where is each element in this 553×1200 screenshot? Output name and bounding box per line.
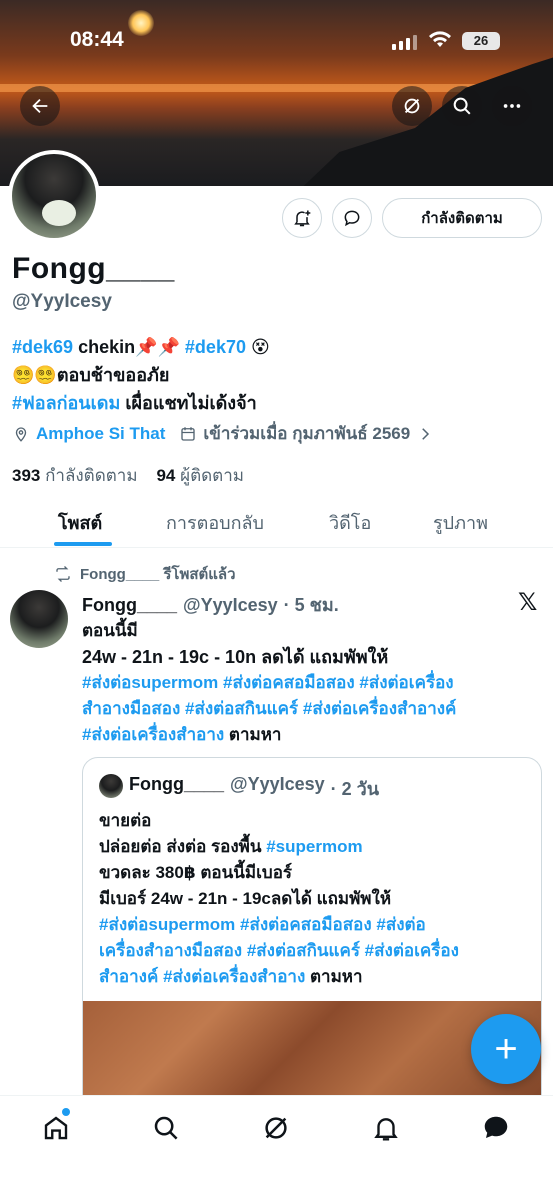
quote-line: ปล่อยต่อ ส่งต่อ รองพื้น: [99, 837, 267, 856]
quote-author-handle: @YyyIcesy: [230, 774, 325, 794]
home-icon: [44, 1116, 68, 1140]
bell-plus-icon: [294, 210, 311, 227]
grok-icon: [404, 98, 420, 114]
followers-count-link[interactable]: 94 ผู้ติดตาม: [156, 466, 244, 485]
location-pin-icon: [15, 426, 27, 442]
more-icon: [503, 104, 521, 108]
post-hashtags[interactable]: #ส่งต่อเครื่องสำอาง: [82, 725, 224, 744]
post-hashtags[interactable]: สำอางมือสอง #ส่งต่อสกินแคร์ #ส่งต่อเครื่…: [82, 696, 542, 722]
quote-line: ขวดละ 380฿ ตอนนี้มีเบอร์: [99, 863, 293, 882]
post-author-name[interactable]: Fongg____: [82, 595, 177, 616]
quote-header: Fongg____ @YyyIcesy · 2 วัน: [129, 774, 379, 803]
grok-button[interactable]: [392, 86, 432, 126]
following-count-link[interactable]: 393 กำลังติดตาม: [12, 466, 138, 485]
quote-text: ขายต่อ ปล่อยต่อ ส่งต่อ รองพื้น #supermom…: [99, 808, 529, 990]
post-author-handle[interactable]: @YyyIcesy: [183, 595, 278, 616]
bio-emoji: 😵: [245, 337, 270, 357]
active-tab-indicator: [54, 542, 112, 546]
back-button[interactable]: [20, 86, 60, 126]
grok-icon: [265, 1117, 287, 1139]
quote-hashtags[interactable]: #ส่งต่อsupermom #ส่งต่อคสอมือสอง #ส่งต่อ: [99, 912, 529, 938]
search-icon: [453, 97, 471, 115]
arrow-left-icon: [32, 98, 48, 114]
tab-posts[interactable]: โพสต์: [58, 508, 102, 537]
search-icon: [154, 1116, 178, 1140]
notify-button[interactable]: [282, 198, 322, 238]
notification-dot: [62, 1108, 70, 1116]
chat-icon: [484, 1116, 508, 1138]
quote-line: ขายต่อ: [99, 811, 152, 830]
bottom-nav: [0, 1095, 553, 1200]
quote-author-avatar: [99, 774, 123, 798]
bio-text: เผื่อแชทไม่เด้งจ้า: [120, 393, 257, 413]
tab-photos[interactable]: รูปภาพ: [433, 508, 488, 537]
avatar-image: [12, 154, 96, 238]
repost-icon: [56, 566, 70, 582]
nav-messages[interactable]: [480, 1112, 512, 1144]
nav-grok[interactable]: [260, 1112, 292, 1144]
post-line: 24w - 21n - 19c - 10n ลดได้ แถมพัพให้: [82, 647, 389, 667]
joined-date: เข้าร่วมเมื่อ กุมภาพันธ์ 2569: [203, 424, 411, 443]
tab-videos[interactable]: วิดีโอ: [329, 508, 371, 537]
post-line: ตามหา: [224, 725, 282, 744]
profile-name: Fongg____: [12, 252, 175, 285]
message-button[interactable]: [332, 198, 372, 238]
bio-text: chekin📌📌: [73, 337, 185, 357]
more-button[interactable]: [492, 86, 532, 126]
quote-hashtags[interactable]: สำอางค์ #ส่งต่อเครื่องสำอาง: [99, 967, 305, 986]
quote-line: ตามหา: [305, 967, 363, 986]
compose-button[interactable]: +: [471, 1014, 541, 1084]
search-button[interactable]: [442, 86, 482, 126]
status-time: 08:44: [70, 28, 124, 51]
bell-icon: [374, 1118, 398, 1141]
hashtag-link[interactable]: #ฟอลก่อนเดม: [12, 393, 120, 413]
nav-home[interactable]: [40, 1112, 72, 1144]
post-line: ตอนนี้มี: [82, 621, 138, 640]
nav-search[interactable]: [150, 1112, 182, 1144]
hashtag-link[interactable]: #dek70: [185, 337, 246, 357]
bio-line-2: 😵‍💫😵‍💫ตอบช้าขออภัย: [12, 365, 170, 385]
plus-icon: +: [494, 1026, 518, 1071]
quote-author-name: Fongg____: [129, 774, 225, 794]
bio-line-1: #dek69 chekin📌📌 #dek70 😵: [12, 333, 270, 361]
post-text: ตอนนี้มี 24w - 21n - 19c - 10n ลดได้ แถม…: [82, 618, 542, 748]
quote-line: มีเบอร์ 24w - 21n - 19cลดได้ แถมพัพให้: [99, 889, 392, 908]
quote-hashtag[interactable]: #supermom: [266, 837, 362, 856]
bio-line-3: #ฟอลก่อนเดม เผื่อแชทไม่เด้งจ้า: [12, 389, 270, 417]
quote-time: · 2 วัน: [330, 779, 380, 799]
nav-notifications[interactable]: [370, 1112, 402, 1144]
profile-meta: Amphoe Si That เข้าร่วมเมื่อ กุมภาพันธ์ …: [12, 420, 434, 447]
following-button[interactable]: กำลังติดตาม: [382, 198, 542, 238]
wifi-icon: [428, 30, 452, 54]
post-author-avatar[interactable]: [10, 590, 68, 648]
repost-label: Fongg____ รีโพสต์แล้ว: [80, 566, 236, 583]
cellular-signal-icon: [392, 34, 417, 50]
chevron-right-icon[interactable]: [416, 425, 434, 443]
profile-avatar[interactable]: [8, 150, 100, 242]
tab-replies[interactable]: การตอบกลับ: [166, 508, 264, 537]
x-logo-icon: 𝕏: [518, 589, 538, 616]
location-link[interactable]: Amphoe Si That: [36, 424, 165, 444]
profile-bio: #dek69 chekin📌📌 #dek70 😵 😵‍💫😵‍💫ตอบช้าขออ…: [12, 333, 270, 417]
status-bar: 08:44 26: [0, 28, 553, 58]
battery-icon: 26: [462, 32, 500, 50]
quote-hashtags[interactable]: เครื่องสำอางมือสอง #ส่งต่อสกินแคร์ #ส่งต…: [99, 938, 529, 964]
post-hashtags[interactable]: #ส่งต่อsupermom #ส่งต่อคสอมือสอง #ส่งต่อ…: [82, 670, 542, 696]
chat-bubble-icon: [344, 210, 360, 227]
hashtag-link[interactable]: #dek69: [12, 337, 73, 357]
profile-handle: @YyyIcesy: [12, 291, 112, 312]
repost-indicator[interactable]: Fongg____ รีโพสต์แล้ว: [54, 562, 236, 586]
calendar-icon: [181, 426, 196, 441]
follow-counts: 393 กำลังติดตาม 94 ผู้ติดตาม: [12, 462, 244, 489]
post-header: Fongg____ @YyyIcesy · 5 ชม.: [82, 590, 339, 619]
post-time[interactable]: · 5 ชม.: [284, 590, 339, 619]
profile-tabs: โพสต์ การตอบกลับ วิดีโอ รูปภาพ: [0, 496, 553, 548]
